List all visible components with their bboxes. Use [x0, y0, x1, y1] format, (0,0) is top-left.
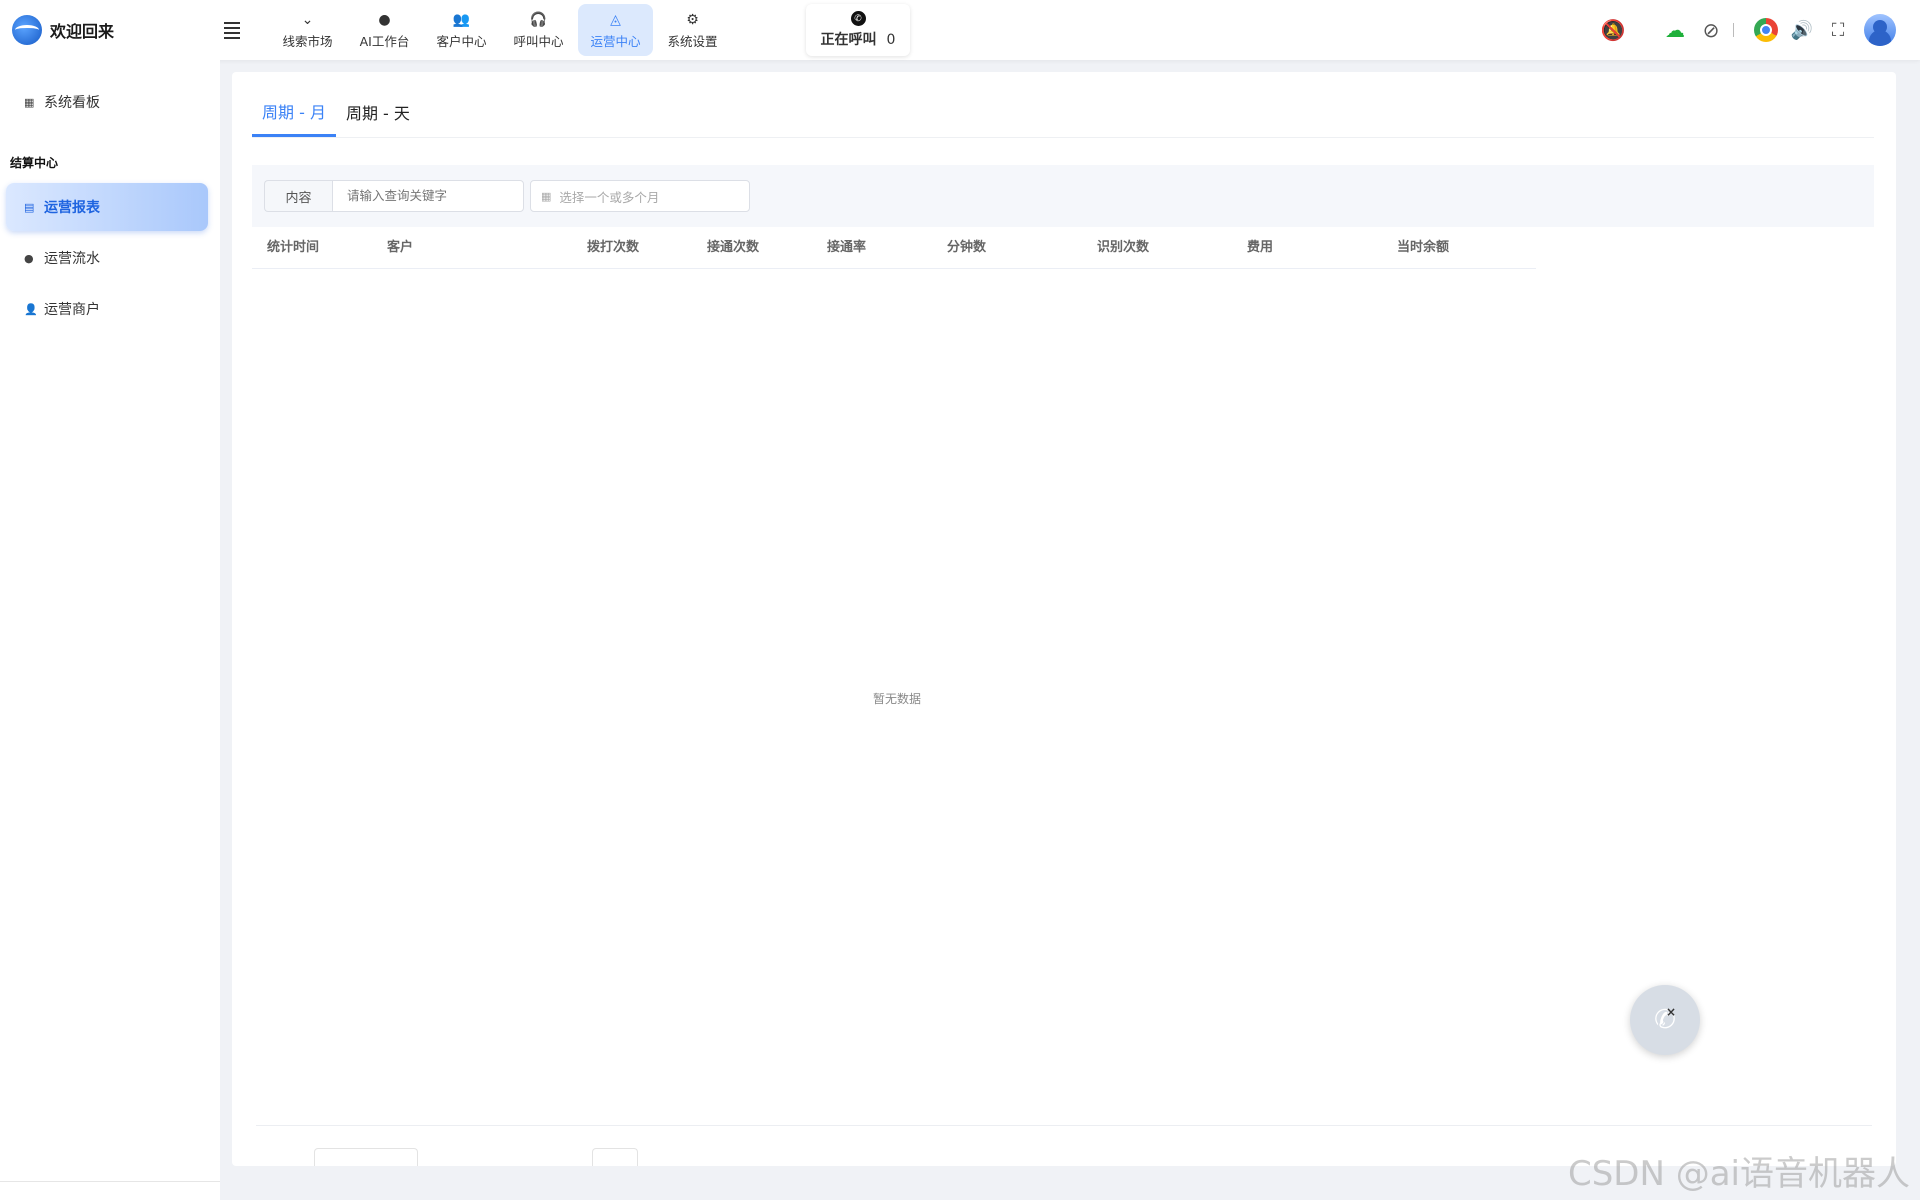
cloud-sync-icon[interactable]: ☁ — [1657, 12, 1693, 48]
page-size-select[interactable] — [314, 1148, 418, 1166]
nav-item-system-settings[interactable]: ⚙ 系统设置 — [655, 4, 730, 56]
nav-item-call-center[interactable]: 🎧 呼叫中心 — [501, 4, 576, 56]
users-icon: 👥 — [452, 11, 471, 28]
search-group: 内容 — [264, 180, 524, 212]
period-tabs: 周期 - 月 周期 - 天 — [252, 88, 1874, 138]
nav-item-customer-center[interactable]: 👥 客户中心 — [424, 4, 499, 56]
chrome-icon[interactable] — [1748, 12, 1784, 48]
nav-item-label: 运营中心 — [590, 33, 641, 49]
phone-icon: ✆ — [850, 11, 866, 26]
divider — [1733, 23, 1734, 37]
column-header[interactable]: 统计时间 — [267, 227, 319, 269]
calling-status-row: 正在呼叫 0 — [821, 29, 896, 49]
fullscreen-icon[interactable]: ⛶ — [1820, 12, 1856, 48]
nav-item-label: 客户中心 — [436, 33, 487, 49]
nav-item-label: 呼叫中心 — [513, 33, 564, 49]
calling-label: 正在呼叫 — [820, 32, 877, 48]
network-icon: ◬ — [610, 11, 621, 28]
column-header[interactable]: 接通次数 — [707, 227, 759, 269]
empty-state-text: 暂无数据 — [873, 692, 922, 706]
column-header[interactable]: 接通率 — [827, 227, 866, 269]
drop-icon: ● — [24, 251, 34, 265]
robot-icon: ● — [378, 11, 391, 28]
search-input[interactable] — [332, 180, 524, 212]
sidebar-item-operations-flow[interactable]: ● 运营流水 — [6, 234, 208, 282]
ban-icon[interactable]: ⊘ — [1693, 12, 1729, 48]
tab-period-month[interactable]: 周期 - 月 — [252, 87, 336, 137]
headset-icon: 🎧 — [529, 11, 548, 28]
nav-item-ai-workbench[interactable]: ● AI工作台 — [347, 4, 422, 56]
user-add-icon: 👤 — [24, 302, 38, 316]
nav-item-leads-market[interactable]: ⌄ 线索市场 — [270, 4, 345, 56]
volume-icon[interactable]: 🔊 — [1784, 12, 1820, 48]
sidebar-group-title: 结算中心 — [10, 156, 59, 170]
month-picker-placeholder: 选择一个或多个月 — [559, 189, 660, 205]
app-title: 欢迎回来 — [50, 22, 115, 41]
brand: 欢迎回来 — [0, 15, 220, 45]
month-picker[interactable]: ▦ 选择一个或多个月 — [530, 180, 750, 212]
gear-icon: ⚙ — [686, 11, 699, 28]
calendar-icon: ▦ — [541, 189, 552, 203]
nav-item-label: 线索市场 — [282, 33, 333, 49]
tab-period-day[interactable]: 周期 - 天 — [336, 87, 420, 137]
sidebar-item-label: 运营流水 — [44, 251, 100, 267]
divider — [256, 1125, 1872, 1126]
column-header[interactable]: 当时余额 — [1397, 227, 1449, 269]
nav-item-operations-center[interactable]: ◬ 运营中心 — [578, 4, 653, 56]
column-header[interactable]: 客户 — [387, 227, 413, 269]
search-prefix: 内容 — [264, 180, 332, 212]
avatar[interactable] — [1864, 14, 1896, 46]
lead-market-icon: ⌄ — [301, 11, 314, 28]
filter-bar: 内容 ▦ 选择一个或多个月 — [252, 165, 1874, 227]
close-icon: × — [1665, 1005, 1676, 1019]
sidebar-item-operations-report[interactable]: ▤ 运营报表 — [6, 183, 208, 231]
column-header[interactable]: 分钟数 — [947, 227, 986, 269]
top-nav: ⌄ 线索市场 ● AI工作台 👥 客户中心 🎧 呼叫中心 ◬ 运营中心 ⚙ 系统… — [270, 4, 730, 56]
dashboard-icon: ▦ — [24, 95, 35, 109]
top-header: 欢迎回来 ⌄ 线索市场 ● AI工作台 👥 客户中心 🎧 呼叫中心 ◬ 运营中心… — [0, 0, 1920, 60]
calling-status[interactable]: ✆ 正在呼叫 0 — [806, 4, 910, 56]
sidebar-item-label: 系统看板 — [44, 95, 100, 111]
table-header: 统计时间 客户 拨打次数 接通次数 接通率 分钟数 识别次数 费用 当时余额 — [252, 227, 1536, 269]
report-icon: ▤ — [24, 200, 35, 214]
nav-item-label: AI工作台 — [359, 33, 410, 49]
calling-count: 0 — [886, 32, 896, 48]
column-header[interactable]: 费用 — [1247, 227, 1273, 269]
menu-toggle-icon[interactable] — [224, 18, 248, 42]
nav-item-label: 系统设置 — [667, 33, 718, 49]
column-header[interactable]: 识别次数 — [1097, 227, 1149, 269]
page-jump-input[interactable] — [592, 1148, 638, 1166]
sidebar-item-operations-merchant[interactable]: 👤 运营商户 — [6, 285, 208, 333]
divider — [0, 1181, 220, 1182]
sidebar-item-label: 运营报表 — [44, 200, 100, 216]
watermark: CSDN @ai语音机器人 — [1567, 1154, 1910, 1194]
bell-off-icon[interactable]: 🔕 — [1595, 12, 1631, 48]
app-logo — [12, 15, 42, 45]
hangup-call-button[interactable]: ✆ × — [1630, 985, 1700, 1055]
sidebar-item-dashboard[interactable]: ▦ 系统看板 — [6, 78, 208, 126]
column-header[interactable]: 拨打次数 — [587, 227, 639, 269]
sidebar: ▦ 系统看板 结算中心 ▤ 运营报表 ● 运营流水 👤 运营商户 — [0, 60, 220, 1200]
header-tools: 🔕 ☁ ⊘ 🔊 ⛶ — [1595, 12, 1896, 48]
sidebar-item-label: 运营商户 — [44, 302, 100, 318]
